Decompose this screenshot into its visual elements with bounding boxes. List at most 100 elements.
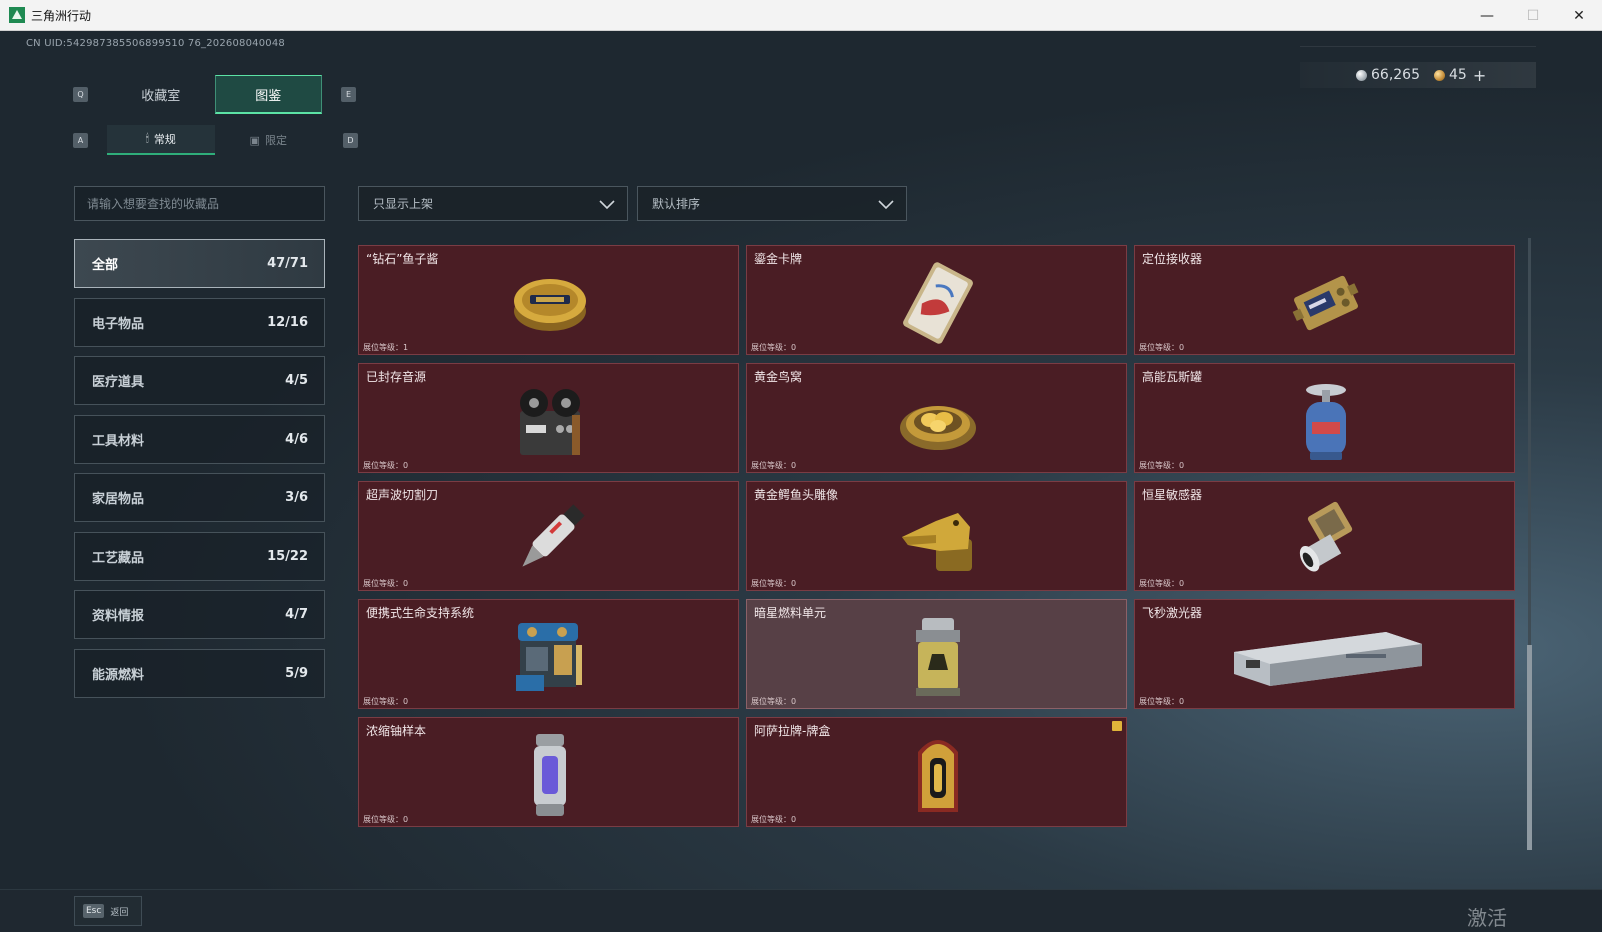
esc-key-hint: Esc xyxy=(83,904,105,918)
item-card-crocodile-statue[interactable]: 黄金鳄鱼头雕像 展位等级：0 xyxy=(746,481,1127,591)
booth-level: 展位等级：0 xyxy=(363,579,409,588)
chevron-down-icon xyxy=(878,200,894,210)
new-badge-icon xyxy=(1112,721,1122,731)
fuel-cell-icon xyxy=(890,612,986,702)
item-name: 鎏金卡牌 xyxy=(754,252,803,266)
main-tabs: 收藏室 图鉴 xyxy=(107,75,322,114)
booth-level: 展位等级：0 xyxy=(1139,461,1185,470)
sort-dropdown[interactable]: 默认排序 xyxy=(637,186,907,221)
app-logo-icon xyxy=(9,7,25,23)
item-card-receiver[interactable]: 定位接收器 展位等级：0 xyxy=(1134,245,1515,355)
category-all[interactable]: 全部 47/71 xyxy=(74,239,325,288)
item-name: 定位接收器 xyxy=(1142,252,1203,266)
category-count: 5/9 xyxy=(285,665,308,681)
currency-bar: 66,265 45 + xyxy=(1300,62,1536,88)
picture-icon: ▣ xyxy=(249,133,260,147)
category-crafts[interactable]: 工艺藏品 15/22 xyxy=(74,531,325,581)
footer-bar xyxy=(0,889,1602,932)
category-energy[interactable]: 能源燃料 5/9 xyxy=(74,648,325,698)
category-medical[interactable]: 医疗道具 4/5 xyxy=(74,356,325,405)
grid-scrollbar-thumb[interactable] xyxy=(1527,645,1532,850)
booth-level: 展位等级：0 xyxy=(751,815,797,824)
silver-amount: 66,265 xyxy=(1371,67,1420,83)
card-box-icon xyxy=(890,730,986,820)
shelf-filter-value: 只显示上架 xyxy=(373,197,434,211)
item-card-life-support[interactable]: 便携式生命支持系统 展位等级：0 xyxy=(358,599,739,709)
item-card-sealed-audio[interactable]: 已封存音源 展位等级：0 xyxy=(358,363,739,473)
item-name: 恒星敏感器 xyxy=(1142,488,1203,502)
category-intel[interactable]: 资料情报 4/7 xyxy=(74,590,325,639)
windows-activation-watermark: 激活 Windows xyxy=(1467,906,1556,932)
category-label: 能源燃料 xyxy=(92,667,145,683)
category-list: 全部 47/71 电子物品 12/16 医疗道具 4/5 工具材料 4/6 家居物品 3/… xyxy=(74,239,325,707)
subtab-limited-label: 限定 xyxy=(264,134,287,147)
add-currency-button[interactable]: + xyxy=(1473,66,1486,85)
chevron-down-icon xyxy=(599,200,615,210)
item-card-ultrasonic-cutter[interactable]: 超声波切割刀 展位等级：0 xyxy=(358,481,739,591)
category-tools[interactable]: 工具材料 4/6 xyxy=(74,414,325,464)
candle-icon: 🕯 xyxy=(145,132,149,145)
life-support-icon xyxy=(502,612,598,702)
item-card-femtosecond-laser[interactable]: 飞秒激光器 展位等级：0 xyxy=(1134,599,1515,709)
silver-coin-icon xyxy=(1356,69,1367,81)
gold-amount: 45 xyxy=(1449,67,1467,83)
key-hint-e: E xyxy=(341,87,356,102)
sub-tabs: 🕯 常规 ▣ 限定 xyxy=(107,125,322,155)
category-household[interactable]: 家居物品 3/6 xyxy=(74,473,325,522)
category-count: 4/5 xyxy=(285,373,308,388)
booth-level: 展位等级：0 xyxy=(751,579,797,588)
category-label: 工具材料 xyxy=(92,433,145,449)
tab-collection-room[interactable]: 收藏室 xyxy=(107,75,215,114)
gold-card-icon xyxy=(890,258,986,348)
back-label: 返回 xyxy=(110,907,129,918)
booth-level: 展位等级：0 xyxy=(751,461,797,470)
golden-nest-icon xyxy=(890,376,986,466)
category-count: 4/6 xyxy=(285,431,308,447)
receiver-icon xyxy=(1278,258,1374,348)
item-card-uranium-sample[interactable]: 浓缩铀样本 展位等级：0 xyxy=(358,717,739,827)
item-name: 便携式生命支持系统 xyxy=(366,606,475,620)
minimize-button[interactable]: — xyxy=(1464,0,1510,31)
subtab-limited[interactable]: ▣ 限定 xyxy=(215,125,323,155)
booth-level: 展位等级：0 xyxy=(751,343,797,352)
item-card-gold-card[interactable]: 鎏金卡牌 展位等级：0 xyxy=(746,245,1127,355)
category-count: 47/71 xyxy=(267,256,308,271)
subtab-regular[interactable]: 🕯 常规 xyxy=(107,125,215,155)
search-input[interactable]: 请输入想要查找的收藏品 xyxy=(74,186,325,221)
booth-level: 展位等级：0 xyxy=(1139,343,1185,352)
category-count: 3/6 xyxy=(285,490,308,505)
item-card-star-sensor[interactable]: 恒星敏感器 展位等级：0 xyxy=(1134,481,1515,591)
gas-canister-icon xyxy=(1278,376,1374,466)
item-name: 阿萨拉牌-牌盒 xyxy=(754,724,831,738)
item-card-asala-card-box[interactable]: 阿萨拉牌-牌盒 展位等级：0 xyxy=(746,717,1127,827)
sort-value: 默认排序 xyxy=(652,197,701,211)
booth-level: 展位等级：0 xyxy=(363,461,409,470)
item-name: 高能瓦斯罐 xyxy=(1142,370,1203,384)
category-label: 家居物品 xyxy=(92,492,145,507)
key-hint-d: D xyxy=(343,133,358,148)
item-grid-viewport: 展位等级：0 展位等级：0 展位等级：0 “钻石”鱼子酱 展位等级：1 鎏金卡牌… xyxy=(358,237,1530,850)
booth-level: 展位等级：0 xyxy=(751,697,797,706)
category-electronics[interactable]: 电子物品 12/16 xyxy=(74,297,325,347)
back-button[interactable]: Esc 返回 xyxy=(74,896,142,926)
item-name: 暗星燃料单元 xyxy=(754,606,827,620)
booth-level: 展位等级：0 xyxy=(363,697,409,706)
category-label: 全部 xyxy=(92,258,119,273)
item-name: “钻石”鱼子酱 xyxy=(366,252,439,266)
tab-catalog[interactable]: 图鉴 xyxy=(214,75,322,114)
close-button[interactable]: ✕ xyxy=(1556,0,1602,31)
shelf-filter-dropdown[interactable]: 只显示上架 xyxy=(358,186,628,221)
maximize-button[interactable]: ☐ xyxy=(1510,0,1556,31)
item-name: 飞秒激光器 xyxy=(1142,606,1203,620)
item-card-gas-canister[interactable]: 高能瓦斯罐 展位等级：0 xyxy=(1134,363,1515,473)
window-titlebar: 三角洲行动 — ☐ ✕ xyxy=(0,0,1602,31)
window-title: 三角洲行动 xyxy=(31,8,92,23)
item-card-caviar[interactable]: “钻石”鱼子酱 展位等级：1 xyxy=(358,245,739,355)
item-name: 黄金鸟窝 xyxy=(754,370,803,384)
booth-level: 展位等级：1 xyxy=(363,343,409,352)
item-card-golden-nest[interactable]: 黄金鸟窝 展位等级：0 xyxy=(746,363,1127,473)
item-name: 黄金鳄鱼头雕像 xyxy=(754,488,839,502)
item-card-dark-star-fuel[interactable]: 暗星燃料单元 展位等级：0 xyxy=(746,599,1127,709)
uranium-capsule-icon xyxy=(502,730,598,820)
booth-level: 展位等级：0 xyxy=(1139,697,1185,706)
